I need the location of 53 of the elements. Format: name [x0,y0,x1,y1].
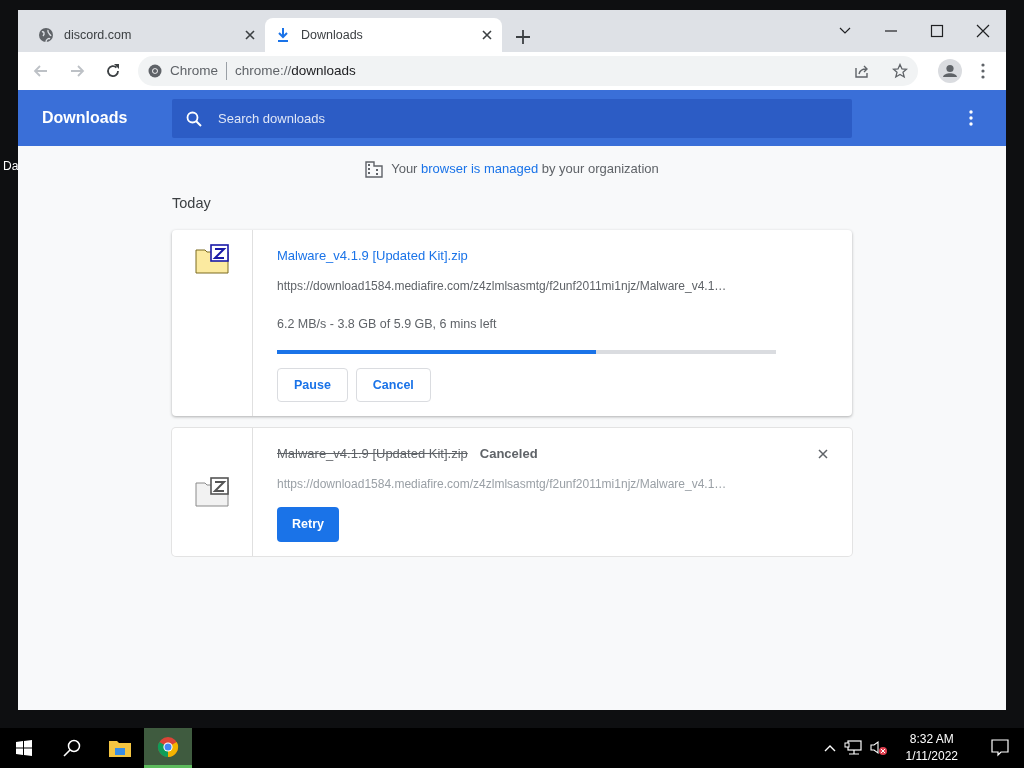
page-title: Downloads [41,108,129,128]
reload-icon [104,62,122,80]
kebab-menu-icon [981,63,985,79]
building-icon [365,159,384,178]
maximize-icon [930,24,944,38]
bookmark-button[interactable] [892,63,908,79]
plus-icon [516,30,530,44]
chrome-logo-icon [148,64,162,78]
kebab-menu-icon [969,110,973,126]
search-icon [186,110,202,127]
chrome-logo-icon [157,735,179,758]
star-icon [892,63,908,79]
close-icon [976,24,990,38]
action-button[interactable]: Cancel [355,367,431,403]
zip-file-icon [195,244,229,275]
browser-tab[interactable]: Downloads [265,18,502,52]
download-status: 6.2 MB/s - 3.8 GB of 5.9 GB, 6 mins left [277,315,498,333]
close-icon[interactable] [482,30,492,40]
action-button[interactable]: Pause [277,367,348,403]
action-button[interactable]: Retry [277,506,339,542]
speech-bubble-icon [991,739,1009,757]
file-name-link[interactable]: Malware_v4.1.9 [Updated Kit].zip [277,246,468,266]
managed-notice: Your browser is managed by your organization [391,160,659,178]
new-tab-button[interactable] [516,30,530,44]
chevron-up-icon [823,744,836,752]
download-url: https://download1584.mediafire.com/z4zlmlsasmtg/f2unf2011mi1njz/Malware_v4.1… [277,277,728,295]
remove-button[interactable] [818,449,828,459]
speaker-muted-icon [869,740,888,756]
desktop-icon-label[interactable]: Da [3,157,19,175]
status-label: Canceled [479,445,538,464]
person-icon [938,59,962,83]
close-icon [818,449,828,459]
share-icon [854,63,870,79]
profile-button[interactable] [938,59,962,83]
file-name: Malware_v4.1.9 [Updated Kit].zip [277,445,468,464]
search-icon [63,739,81,757]
zip-file-icon [195,476,229,507]
address-bar[interactable]: Chrome chrome://downloads [138,56,918,86]
download-icon [275,27,291,43]
managed-link[interactable]: browser is managed [421,161,539,176]
share-button[interactable] [854,63,870,79]
folder-icon [109,739,131,757]
site-label: Chrome [170,61,218,80]
close-icon[interactable] [245,30,255,40]
section-heading: Today [172,193,212,213]
download-url: https://download1584.mediafire.com/z4zlmlsasmtg/f2unf2011mi1njz/Malware_v4.1… [277,475,728,493]
browser-tab[interactable]: discord.com [28,18,265,52]
globe-icon [38,27,54,43]
clock-text: 8:32 AM 1/11/2022 [904,731,959,765]
url-text: chrome://downloads [235,61,356,80]
network-icon [843,740,862,756]
search-field[interactable]: Search downloads [172,98,852,138]
windows-logo-icon [16,740,32,756]
